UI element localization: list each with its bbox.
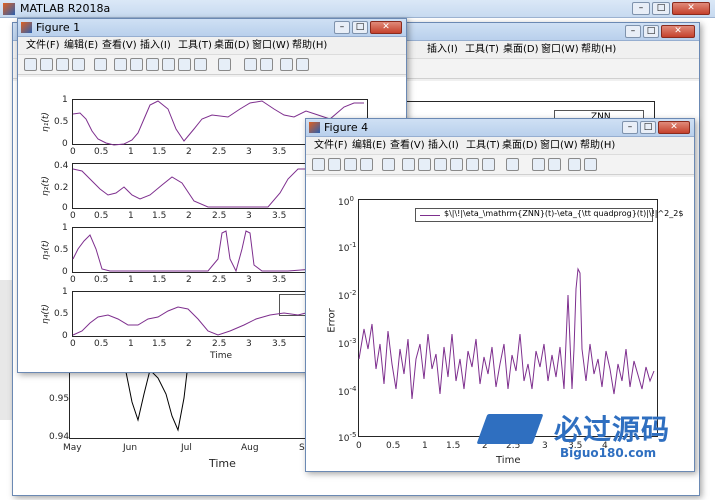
s4-xtick-1: 1 (128, 339, 134, 349)
bg-menu-tools[interactable]: 工具(T) (465, 41, 499, 59)
s2-xtick-15: 1.5 (152, 211, 167, 221)
s4-ytick-1: 1 (62, 287, 68, 297)
s4-ytick-0: 0 (62, 331, 68, 341)
s3-ylabel: η₃(t) (40, 240, 51, 260)
s2-xtick-3: 3 (246, 211, 252, 221)
s2-xtick-05: 0.5 (94, 211, 109, 221)
s2-xtick-25: 2.5 (212, 211, 227, 221)
f4-ytick-1e-1: 10-1 (338, 241, 357, 254)
s3-xtick-1: 1 (128, 275, 134, 285)
bg-menu-help[interactable]: 帮助(H) (581, 41, 616, 59)
bg-xtick-jul: Jul (181, 443, 192, 453)
f4-ylabel: Error (326, 308, 338, 333)
s1-xtick-05: 0.5 (94, 147, 109, 157)
s3-xtick-0: 0 (70, 275, 76, 285)
s2-ytick-04: 0.4 (54, 161, 69, 171)
s1-xtick-0: 0 (70, 147, 76, 157)
watermark-url: Biguo180.com (560, 446, 657, 460)
app-title: MATLAB R2018a (20, 2, 111, 15)
s1-ytick-0: 0 (62, 139, 68, 149)
f4-xtick-05: 0.5 (386, 441, 401, 451)
minimize-button[interactable]: – (632, 2, 650, 15)
s1-xtick-2: 2 (186, 147, 192, 157)
s1-xtick-25: 2.5 (212, 147, 227, 157)
bg-ytick-094: 0.94 (49, 432, 70, 442)
s2-xtick-35: 3.5 (272, 211, 287, 221)
s2-ytick-02: 0.2 (54, 183, 69, 193)
f4-ytick-1e0: 100 (338, 195, 354, 208)
f4-xtick-1: 1 (422, 441, 428, 451)
f4-ytick-1e-2: 10-2 (338, 289, 357, 302)
s1-xtick-15: 1.5 (152, 147, 167, 157)
graduation-cap-icon (476, 414, 544, 444)
bg-xtick-may: May (63, 443, 82, 453)
bg-menu-window[interactable]: 窗口(W) (541, 41, 579, 59)
s1-ylabel: η₁(t) (40, 112, 51, 132)
bg-ytick-095: 0.95 (49, 394, 70, 404)
s2-xtick-0: 0 (70, 211, 76, 221)
bg-maximize-button[interactable]: □ (643, 25, 659, 38)
s1-xtick-1: 1 (128, 147, 134, 157)
s1-xtick-3: 3 (246, 147, 252, 157)
s2-ytick-0: 0 (62, 203, 68, 213)
s3-xtick-25: 2.5 (212, 275, 227, 285)
maximize-button[interactable]: □ (652, 2, 670, 15)
matlab-icon (3, 3, 15, 15)
s3-xtick-3: 3 (246, 275, 252, 285)
s2-xtick-1: 1 (128, 211, 134, 221)
f4-xtick-15: 1.5 (446, 441, 461, 451)
bg-minimize-button[interactable]: – (625, 25, 641, 38)
s4-xtick-15: 1.5 (152, 339, 167, 349)
s4-xtick-35: 3.5 (272, 339, 287, 349)
f4-xtick-0: 0 (356, 441, 362, 451)
s4-xtick-3: 3 (246, 339, 252, 349)
s4-ytick-05: 0.5 (54, 309, 69, 319)
s3-xtick-35: 3.5 (272, 275, 287, 285)
s1-ytick-1: 1 (62, 95, 68, 105)
s3-ytick-1: 1 (62, 223, 68, 233)
bg-close-button[interactable]: ✕ (661, 25, 695, 38)
s4-xtick-2: 2 (186, 339, 192, 349)
close-button[interactable]: ✕ (672, 2, 710, 15)
s3-ytick-05: 0.5 (54, 245, 69, 255)
s4-ylabel: η₄(t) (40, 304, 51, 324)
s3-ytick-0: 0 (62, 267, 68, 277)
f4-ytick-1e-4: 10-4 (338, 385, 357, 398)
bg-menu-desktop[interactable]: 桌面(D) (503, 41, 539, 59)
s3-xtick-15: 1.5 (152, 275, 167, 285)
f4-ytick-1e-3: 10-3 (338, 337, 357, 350)
figure1-xlabel: Time (210, 351, 233, 361)
s3-xtick-2: 2 (186, 275, 192, 285)
s2-xtick-2: 2 (186, 211, 192, 221)
s1-ytick-05: 0.5 (54, 117, 69, 127)
watermark-text: 必过源码 (554, 413, 671, 446)
bg-xlabel: Time (209, 457, 236, 470)
s4-xtick-0: 0 (70, 339, 76, 349)
bg-xtick-aug: Aug (241, 443, 259, 453)
f4-ytick-1e-5: 10-5 (338, 431, 357, 444)
s4-xtick-25: 2.5 (212, 339, 227, 349)
s1-xtick-35: 3.5 (272, 147, 287, 157)
watermark: 必过源码 Biguo180.com (476, 408, 710, 468)
s4-xtick-05: 0.5 (94, 339, 109, 349)
s2-ylabel: η₂(t) (40, 176, 51, 196)
matlab-title-bar: MATLAB R2018a – □ ✕ (0, 0, 715, 18)
s3-xtick-05: 0.5 (94, 275, 109, 285)
bg-menu-insert[interactable]: 插入(I) (427, 41, 458, 59)
bg-xtick-jun: Jun (123, 443, 138, 453)
